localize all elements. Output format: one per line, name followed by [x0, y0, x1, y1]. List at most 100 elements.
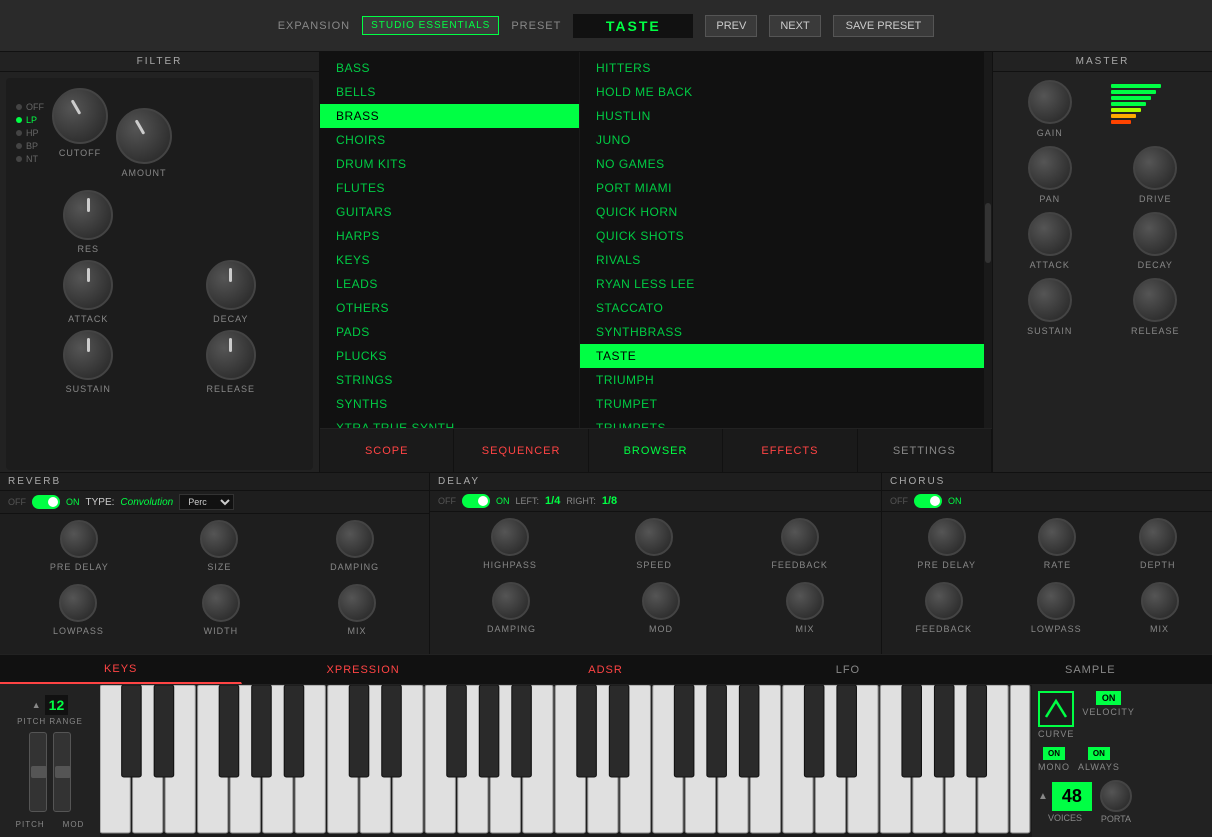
- reverb-damping-knob[interactable]: [336, 520, 374, 558]
- preset-trumpet[interactable]: TRUMPET: [580, 392, 984, 416]
- black-key-15[interactable]: [739, 685, 759, 777]
- cat-brass[interactable]: BRASS: [320, 104, 579, 128]
- black-key-20[interactable]: [967, 685, 987, 777]
- reverb-mix-knob[interactable]: [338, 584, 376, 622]
- amount-knob[interactable]: [116, 108, 172, 164]
- preset-staccato[interactable]: STACCATO: [580, 296, 984, 320]
- cat-keys[interactable]: KEYS: [320, 248, 579, 272]
- preset-triumph[interactable]: TRIUMPH: [580, 368, 984, 392]
- reverb-width-knob[interactable]: [202, 584, 240, 622]
- cat-guitars[interactable]: GUITARS: [320, 200, 579, 224]
- preset-hitters[interactable]: HITTERS: [580, 56, 984, 80]
- drive-knob[interactable]: [1133, 146, 1177, 190]
- cat-strings[interactable]: STRINGS: [320, 368, 579, 392]
- tab-sequencer[interactable]: SEQUENCER: [454, 429, 588, 472]
- preset-juno[interactable]: JUNO: [580, 128, 984, 152]
- save-preset-button[interactable]: SAVE PRESET: [833, 15, 935, 37]
- tab-effects[interactable]: EFFECTS: [723, 429, 857, 472]
- black-key-2[interactable]: [154, 685, 174, 777]
- cat-synths[interactable]: SYNTHS: [320, 392, 579, 416]
- filter-nt[interactable]: NT: [16, 154, 44, 164]
- res-knob[interactable]: [63, 190, 113, 240]
- delay-highpass-knob[interactable]: [491, 518, 529, 556]
- chorus-mix-knob[interactable]: [1141, 582, 1179, 620]
- filter-decay-knob[interactable]: [206, 260, 256, 310]
- voices-arrow-up[interactable]: ▲: [1038, 791, 1048, 802]
- gain-knob[interactable]: [1028, 80, 1072, 124]
- black-key-11[interactable]: [577, 685, 597, 777]
- filter-sustain-knob[interactable]: [63, 330, 113, 380]
- tab-sample[interactable]: SAMPLE: [970, 655, 1212, 684]
- preset-ryan-less-lee[interactable]: RYAN LESS LEE: [580, 272, 984, 296]
- chorus-predelay-knob[interactable]: [928, 518, 966, 556]
- cutoff-knob[interactable]: [52, 88, 108, 144]
- tab-xpression[interactable]: XPRESSION: [242, 655, 484, 684]
- black-key-3[interactable]: [219, 685, 239, 777]
- black-key-10[interactable]: [512, 685, 532, 777]
- black-key-7[interactable]: [382, 685, 402, 777]
- reverb-type-select[interactable]: Perc Hall Room: [179, 494, 234, 510]
- cat-harps[interactable]: HARPS: [320, 224, 579, 248]
- black-key-1[interactable]: [122, 685, 142, 777]
- delay-feedback-knob[interactable]: [781, 518, 819, 556]
- delay-damping-knob[interactable]: [492, 582, 530, 620]
- preset-quick-horn[interactable]: QUICK HORN: [580, 200, 984, 224]
- porta-knob[interactable]: [1100, 780, 1132, 812]
- delay-mix-knob[interactable]: [786, 582, 824, 620]
- white-key-29[interactable]: [1010, 685, 1030, 833]
- preset-synthbrass[interactable]: SYNTHBRASS: [580, 320, 984, 344]
- reverb-size-knob[interactable]: [200, 520, 238, 558]
- filter-lp[interactable]: LP: [16, 115, 44, 125]
- cat-others[interactable]: OTHERS: [320, 296, 579, 320]
- preset-rivals[interactable]: RIVALS: [580, 248, 984, 272]
- delay-toggle[interactable]: [462, 494, 490, 508]
- always-toggle[interactable]: ON: [1088, 747, 1110, 760]
- cat-bass[interactable]: BASS: [320, 56, 579, 80]
- tab-settings[interactable]: SETTINGS: [858, 429, 992, 472]
- cat-plucks[interactable]: PLUCKS: [320, 344, 579, 368]
- cat-flutes[interactable]: FLUTES: [320, 176, 579, 200]
- reverb-toggle[interactable]: [32, 495, 60, 509]
- chorus-rate-knob[interactable]: [1038, 518, 1076, 556]
- black-key-8[interactable]: [447, 685, 467, 777]
- prev-button[interactable]: PREV: [705, 15, 757, 37]
- preset-trumpets[interactable]: TRUMPETS: [580, 416, 984, 428]
- preset-quick-shots[interactable]: QUICK SHOTS: [580, 224, 984, 248]
- master-decay-knob[interactable]: [1133, 212, 1177, 256]
- filter-hp[interactable]: HP: [16, 128, 44, 138]
- mono-toggle[interactable]: ON: [1043, 747, 1065, 760]
- black-key-19[interactable]: [934, 685, 954, 777]
- cat-pads[interactable]: PADS: [320, 320, 579, 344]
- chorus-feedback-knob[interactable]: [925, 582, 963, 620]
- black-key-17[interactable]: [837, 685, 857, 777]
- mod-slider[interactable]: [53, 732, 71, 812]
- black-key-6[interactable]: [349, 685, 369, 777]
- reverb-predelay-knob[interactable]: [60, 520, 98, 558]
- filter-release-knob[interactable]: [206, 330, 256, 380]
- reverb-lowpass-knob[interactable]: [59, 584, 97, 622]
- master-release-knob[interactable]: [1133, 278, 1177, 322]
- black-key-16[interactable]: [804, 685, 824, 777]
- tab-keys[interactable]: KEYS: [0, 655, 242, 684]
- cat-leads[interactable]: LEADS: [320, 272, 579, 296]
- preset-port-miami[interactable]: PORT MIAMI: [580, 176, 984, 200]
- filter-attack-knob[interactable]: [63, 260, 113, 310]
- pitch-slider[interactable]: [29, 732, 47, 812]
- delay-speed-knob[interactable]: [635, 518, 673, 556]
- black-key-14[interactable]: [707, 685, 727, 777]
- filter-bp[interactable]: BP: [16, 141, 44, 151]
- tab-lfo[interactable]: LFO: [727, 655, 969, 684]
- master-sustain-knob[interactable]: [1028, 278, 1072, 322]
- tab-browser[interactable]: BROWSER: [589, 429, 723, 472]
- curve-icon[interactable]: [1038, 691, 1074, 727]
- chorus-toggle[interactable]: [914, 494, 942, 508]
- black-key-12[interactable]: [609, 685, 629, 777]
- preset-no-games[interactable]: NO GAMES: [580, 152, 984, 176]
- delay-mod-knob[interactable]: [642, 582, 680, 620]
- black-key-9[interactable]: [479, 685, 499, 777]
- chorus-depth-knob[interactable]: [1139, 518, 1177, 556]
- velocity-on-button[interactable]: ON: [1096, 691, 1122, 705]
- master-attack-knob[interactable]: [1028, 212, 1072, 256]
- black-key-4[interactable]: [252, 685, 272, 777]
- preset-scrollbar[interactable]: [984, 52, 992, 428]
